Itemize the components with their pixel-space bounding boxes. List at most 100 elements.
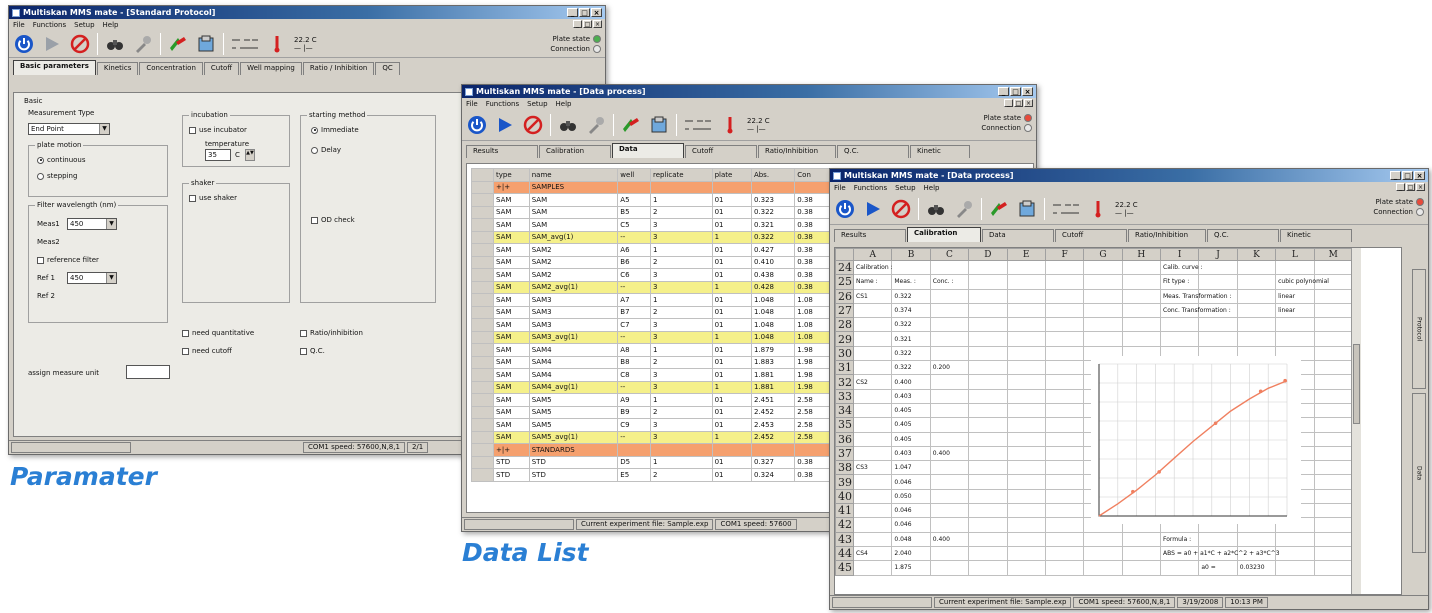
menu-help[interactable]: Help <box>103 21 119 29</box>
row-number[interactable]: 38 <box>835 460 854 476</box>
sheet-cell[interactable] <box>852 417 893 433</box>
sheet-cell[interactable] <box>1044 259 1085 276</box>
menu-functions[interactable]: Functions <box>854 184 887 192</box>
row-gutter[interactable] <box>471 368 494 382</box>
temperature-button[interactable] <box>719 114 741 136</box>
sheet-cell[interactable] <box>1006 474 1046 490</box>
sheet-cell[interactable] <box>1275 331 1315 347</box>
power-button[interactable] <box>13 33 35 55</box>
sheet-cell[interactable]: Calib. curve : <box>1159 259 1203 276</box>
sheet-cell[interactable] <box>1006 545 1046 562</box>
table-row[interactable]: SAM SAM2 C6 3 01 0.438 0.38 <box>471 268 831 282</box>
sheet-cell[interactable]: 0.400 <box>929 531 970 547</box>
row-gutter[interactable] <box>471 430 494 444</box>
sheet-cell[interactable] <box>968 503 1008 519</box>
column-letter[interactable]: G <box>1083 248 1123 261</box>
sheet-cell[interactable] <box>968 560 1008 576</box>
column-header[interactable]: name <box>528 168 619 182</box>
sheet-cell[interactable] <box>1006 417 1046 433</box>
sheet-cell[interactable] <box>1083 288 1123 304</box>
table-row[interactable]: SAM SAM5 B9 2 01 2.452 2.58 <box>471 405 831 419</box>
mdi-minimize-button[interactable]: _ <box>1396 183 1405 191</box>
row-gutter[interactable] <box>471 230 494 244</box>
row-number[interactable]: 34 <box>835 402 854 419</box>
row-gutter[interactable] <box>471 205 494 219</box>
sheet-cell[interactable] <box>929 331 970 347</box>
sheet-cell[interactable] <box>1313 503 1353 519</box>
sheet-cell[interactable] <box>968 417 1008 433</box>
sheet-cell[interactable] <box>1236 259 1277 276</box>
stop-button[interactable] <box>890 198 912 220</box>
sheet-cell[interactable] <box>929 431 970 447</box>
column-header[interactable]: type <box>493 168 530 182</box>
sheet-cell[interactable]: 2.040 <box>891 545 931 562</box>
menu-file[interactable]: File <box>466 100 478 108</box>
column-letter[interactable]: D <box>968 248 1008 261</box>
column-header[interactable]: Abs. <box>750 168 796 182</box>
table-row[interactable]: SAM SAM2 A6 1 01 0.427 0.38 <box>471 243 831 257</box>
table-row[interactable]: SAM SAM C5 3 01 0.321 0.38 <box>471 218 831 232</box>
sheet-cell[interactable]: 0.050 <box>891 488 931 505</box>
sheet-cell[interactable] <box>1313 288 1353 304</box>
sheet-cell[interactable] <box>1313 331 1353 347</box>
sheet-cell[interactable] <box>968 288 1008 304</box>
sheet-cell[interactable] <box>968 402 1008 419</box>
temperature-spinner[interactable]: ▲▼ <box>245 149 255 161</box>
need-quantitative-checkbox[interactable]: need quantitative <box>182 329 254 337</box>
sheet-cell[interactable]: Formula : <box>1159 531 1200 547</box>
sheet-cell[interactable] <box>1044 302 1085 319</box>
side-tab-protocol[interactable]: Protocol <box>1412 269 1426 389</box>
sheet-cell[interactable]: Conc. : <box>929 274 970 290</box>
tab-basic-parameters[interactable]: Basic parameters <box>13 60 96 75</box>
sheet-cell[interactable] <box>1044 274 1085 290</box>
tab-cutoff[interactable]: Cutoff <box>1055 229 1127 242</box>
reader-button[interactable] <box>648 114 670 136</box>
sheet-cell[interactable] <box>1313 531 1353 547</box>
sheet-cell[interactable]: CS1 <box>852 288 893 304</box>
sheet-cell[interactable]: 0.322 <box>891 345 931 362</box>
row-number[interactable]: 36 <box>835 431 854 447</box>
sheet-cell[interactable]: Meas. : <box>891 274 931 290</box>
sheet-cell[interactable] <box>1044 560 1085 576</box>
row-gutter[interactable] <box>471 243 494 257</box>
stop-button[interactable] <box>522 114 544 136</box>
sheet-cell[interactable] <box>1083 274 1123 290</box>
mdi-maximize-button[interactable]: □ <box>1014 99 1023 107</box>
sheet-cell[interactable] <box>1006 360 1046 376</box>
sheet-cell[interactable] <box>1313 431 1353 447</box>
menu-help[interactable]: Help <box>556 100 572 108</box>
sheet-cell[interactable] <box>968 345 1008 362</box>
sheet-cell[interactable]: 0.403 <box>891 445 931 462</box>
row-gutter[interactable] <box>471 180 494 194</box>
reader-button[interactable] <box>195 33 217 55</box>
sheet-cell[interactable] <box>1083 560 1123 576</box>
sheet-cell[interactable] <box>852 517 893 533</box>
sheet-cell[interactable] <box>1313 259 1353 276</box>
sheet-cell[interactable] <box>1006 445 1046 462</box>
ref1-select[interactable]: 450 ▼ <box>67 272 117 284</box>
maximize-button[interactable]: □ <box>579 8 590 17</box>
sheet-cell[interactable] <box>1313 302 1353 319</box>
sheet-cell[interactable]: linear <box>1275 302 1315 319</box>
sheet-cell[interactable] <box>929 388 970 404</box>
tab-ratio-inhibition[interactable]: Ratio / Inhibition <box>302 62 375 75</box>
sheet-cell[interactable] <box>1006 345 1046 362</box>
sheet-cell[interactable] <box>1236 317 1277 333</box>
sheet-cell[interactable] <box>1006 531 1046 547</box>
row-number[interactable]: 33 <box>835 388 854 404</box>
sheet-cell[interactable] <box>1198 531 1238 547</box>
sheet-cell[interactable] <box>968 445 1008 462</box>
continuous-radio[interactable]: continuous <box>37 156 86 164</box>
sheet-cell[interactable] <box>1044 431 1085 447</box>
column-letter[interactable]: C <box>929 248 970 261</box>
row-number[interactable]: 24 <box>835 259 854 276</box>
sheet-cell[interactable] <box>852 431 893 447</box>
mdi-maximize-button[interactable]: □ <box>1406 183 1415 191</box>
sheet-cell[interactable]: 0.048 <box>891 531 931 547</box>
sheet-cell[interactable] <box>1044 402 1085 419</box>
sheet-cell[interactable]: 0.405 <box>891 402 931 419</box>
vertical-scrollbar[interactable] <box>1351 248 1361 594</box>
menu-file[interactable]: File <box>834 184 846 192</box>
table-row[interactable]: SAM SAM3 A7 1 01 1.048 1.08 <box>471 293 831 307</box>
sheet-cell[interactable] <box>852 302 893 319</box>
